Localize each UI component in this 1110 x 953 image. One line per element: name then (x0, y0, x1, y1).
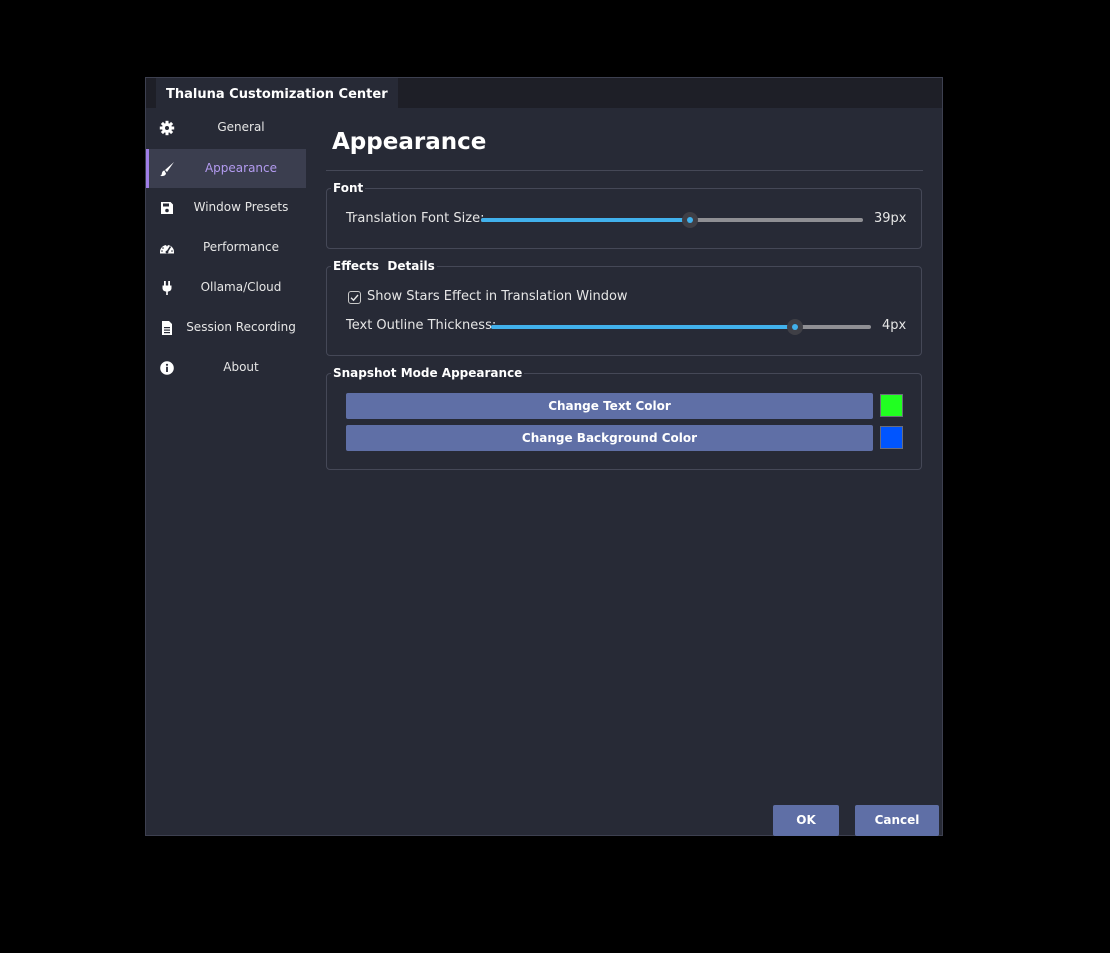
document-icon (162, 321, 172, 335)
slider-fill (491, 325, 795, 329)
font-size-value: 39px (874, 211, 907, 226)
sidebar-item-window-presets[interactable]: Window Presets (146, 188, 306, 227)
sidebar-item-label: General (217, 120, 265, 134)
title-bar: Thaluna Customization Center (146, 78, 942, 108)
effects-group-title: Effects Details (331, 258, 437, 274)
sidebar-item-ollama-cloud[interactable]: Ollama/Cloud (146, 268, 306, 307)
title-divider (326, 170, 923, 171)
font-group-title: Font (331, 180, 366, 196)
sidebar-item-label: Session Recording (186, 320, 296, 334)
snapshot-group-title: Snapshot Mode Appearance (331, 365, 525, 381)
background-color-swatch (880, 426, 903, 449)
ok-button[interactable]: OK (773, 805, 839, 836)
font-size-slider[interactable] (481, 212, 863, 228)
check-icon (350, 294, 359, 302)
gauge-icon (160, 244, 174, 254)
customization-dialog: Thaluna Customization Center General App… (145, 77, 943, 836)
sidebar-item-label: About (223, 360, 259, 374)
sidebar-item-appearance[interactable]: Appearance (146, 149, 306, 188)
outline-thickness-slider[interactable] (491, 319, 871, 335)
cancel-button[interactable]: Cancel (855, 805, 939, 836)
sidebar-item-general[interactable]: General (146, 108, 306, 147)
effects-group: Effects Details Show Stars Effect in Tra… (326, 258, 922, 356)
sidebar-item-label: Appearance (204, 161, 278, 175)
text-color-swatch (880, 394, 903, 417)
change-text-color-button[interactable]: Change Text Color (346, 393, 873, 419)
stars-effect-label[interactable]: Show Stars Effect in Translation Window (367, 289, 628, 304)
sidebar-item-label: Window Presets (193, 200, 289, 214)
page-title: Appearance (332, 129, 487, 155)
info-icon (160, 361, 174, 375)
sidebar-item-performance[interactable]: Performance (146, 228, 306, 267)
font-size-label: Translation Font Size: (346, 211, 485, 226)
floppy-disk-icon (161, 202, 173, 214)
slider-handle[interactable] (682, 212, 699, 228)
slider-handle[interactable] (787, 319, 803, 335)
snapshot-group: Snapshot Mode Appearance (326, 365, 922, 470)
sidebar-item-about[interactable]: About (146, 348, 306, 387)
stars-effect-checkbox[interactable] (348, 291, 361, 304)
sidebar-item-label: Performance (202, 240, 280, 254)
change-background-color-button[interactable]: Change Background Color (346, 425, 873, 451)
slider-fill (481, 218, 691, 222)
window-title: Thaluna Customization Center (156, 78, 398, 108)
plug-icon (162, 281, 172, 295)
outline-thickness-value: 4px (882, 318, 907, 333)
outline-thickness-label: Text Outline Thickness: (346, 318, 497, 333)
brush-icon (160, 162, 174, 177)
gear-icon (159, 120, 175, 136)
font-group: Font Translation Font Size: 39px (326, 180, 922, 249)
sidebar: General Appearance Window Presets Perfor… (146, 108, 306, 408)
sidebar-item-session-recording[interactable]: Session Recording (146, 308, 306, 347)
sidebar-item-label: Ollama/Cloud (200, 280, 282, 294)
